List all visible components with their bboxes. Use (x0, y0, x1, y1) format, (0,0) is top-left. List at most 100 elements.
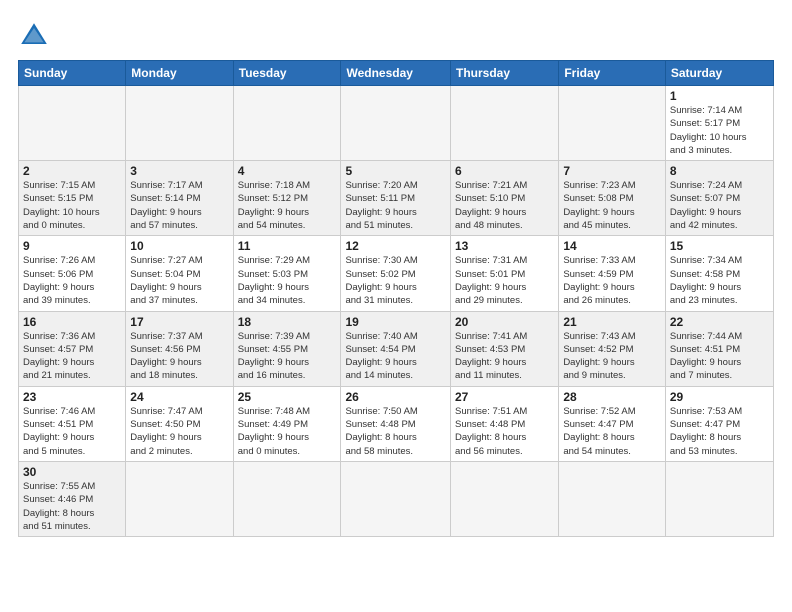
weekday-header-tuesday: Tuesday (233, 61, 341, 86)
week-row-3: 9Sunrise: 7:26 AM Sunset: 5:06 PM Daylig… (19, 236, 774, 311)
calendar-cell: 5Sunrise: 7:20 AM Sunset: 5:11 PM Daylig… (341, 161, 451, 236)
day-info: Sunrise: 7:15 AM Sunset: 5:15 PM Dayligh… (23, 179, 121, 232)
day-info: Sunrise: 7:24 AM Sunset: 5:07 PM Dayligh… (670, 179, 769, 232)
day-info: Sunrise: 7:34 AM Sunset: 4:58 PM Dayligh… (670, 254, 769, 307)
calendar-cell (126, 461, 233, 536)
day-info: Sunrise: 7:41 AM Sunset: 4:53 PM Dayligh… (455, 330, 554, 383)
calendar-cell (126, 86, 233, 161)
day-number: 23 (23, 390, 121, 404)
calendar-cell: 10Sunrise: 7:27 AM Sunset: 5:04 PM Dayli… (126, 236, 233, 311)
day-number: 25 (238, 390, 337, 404)
header (18, 16, 774, 52)
day-info: Sunrise: 7:47 AM Sunset: 4:50 PM Dayligh… (130, 405, 228, 458)
day-number: 28 (563, 390, 661, 404)
day-info: Sunrise: 7:17 AM Sunset: 5:14 PM Dayligh… (130, 179, 228, 232)
calendar-cell: 2Sunrise: 7:15 AM Sunset: 5:15 PM Daylig… (19, 161, 126, 236)
week-row-2: 2Sunrise: 7:15 AM Sunset: 5:15 PM Daylig… (19, 161, 774, 236)
day-number: 2 (23, 164, 121, 178)
day-info: Sunrise: 7:43 AM Sunset: 4:52 PM Dayligh… (563, 330, 661, 383)
day-info: Sunrise: 7:29 AM Sunset: 5:03 PM Dayligh… (238, 254, 337, 307)
calendar-cell: 9Sunrise: 7:26 AM Sunset: 5:06 PM Daylig… (19, 236, 126, 311)
day-info: Sunrise: 7:51 AM Sunset: 4:48 PM Dayligh… (455, 405, 554, 458)
day-number: 12 (345, 239, 446, 253)
weekday-header-saturday: Saturday (665, 61, 773, 86)
day-info: Sunrise: 7:20 AM Sunset: 5:11 PM Dayligh… (345, 179, 446, 232)
day-number: 6 (455, 164, 554, 178)
day-number: 1 (670, 89, 769, 103)
calendar-cell: 26Sunrise: 7:50 AM Sunset: 4:48 PM Dayli… (341, 386, 451, 461)
calendar-cell (665, 461, 773, 536)
calendar: SundayMondayTuesdayWednesdayThursdayFrid… (18, 60, 774, 537)
day-number: 15 (670, 239, 769, 253)
day-info: Sunrise: 7:23 AM Sunset: 5:08 PM Dayligh… (563, 179, 661, 232)
day-info: Sunrise: 7:44 AM Sunset: 4:51 PM Dayligh… (670, 330, 769, 383)
calendar-cell (341, 461, 451, 536)
calendar-cell: 30Sunrise: 7:55 AM Sunset: 4:46 PM Dayli… (19, 461, 126, 536)
day-info: Sunrise: 7:55 AM Sunset: 4:46 PM Dayligh… (23, 480, 121, 533)
page: SundayMondayTuesdayWednesdayThursdayFrid… (0, 0, 792, 612)
day-info: Sunrise: 7:21 AM Sunset: 5:10 PM Dayligh… (455, 179, 554, 232)
day-number: 19 (345, 315, 446, 329)
day-info: Sunrise: 7:40 AM Sunset: 4:54 PM Dayligh… (345, 330, 446, 383)
day-number: 8 (670, 164, 769, 178)
week-row-6: 30Sunrise: 7:55 AM Sunset: 4:46 PM Dayli… (19, 461, 774, 536)
day-number: 7 (563, 164, 661, 178)
calendar-cell: 24Sunrise: 7:47 AM Sunset: 4:50 PM Dayli… (126, 386, 233, 461)
day-info: Sunrise: 7:48 AM Sunset: 4:49 PM Dayligh… (238, 405, 337, 458)
day-number: 9 (23, 239, 121, 253)
calendar-cell: 3Sunrise: 7:17 AM Sunset: 5:14 PM Daylig… (126, 161, 233, 236)
day-number: 18 (238, 315, 337, 329)
day-info: Sunrise: 7:26 AM Sunset: 5:06 PM Dayligh… (23, 254, 121, 307)
calendar-cell: 13Sunrise: 7:31 AM Sunset: 5:01 PM Dayli… (451, 236, 559, 311)
calendar-cell (233, 461, 341, 536)
day-number: 29 (670, 390, 769, 404)
logo (18, 20, 54, 52)
day-number: 22 (670, 315, 769, 329)
week-row-4: 16Sunrise: 7:36 AM Sunset: 4:57 PM Dayli… (19, 311, 774, 386)
calendar-cell (233, 86, 341, 161)
calendar-cell: 23Sunrise: 7:46 AM Sunset: 4:51 PM Dayli… (19, 386, 126, 461)
calendar-cell: 25Sunrise: 7:48 AM Sunset: 4:49 PM Dayli… (233, 386, 341, 461)
day-info: Sunrise: 7:36 AM Sunset: 4:57 PM Dayligh… (23, 330, 121, 383)
weekday-header-friday: Friday (559, 61, 666, 86)
calendar-cell (451, 461, 559, 536)
calendar-cell (559, 461, 666, 536)
day-number: 5 (345, 164, 446, 178)
day-info: Sunrise: 7:14 AM Sunset: 5:17 PM Dayligh… (670, 104, 769, 157)
calendar-cell: 6Sunrise: 7:21 AM Sunset: 5:10 PM Daylig… (451, 161, 559, 236)
logo-icon (18, 20, 50, 52)
day-number: 11 (238, 239, 337, 253)
day-number: 10 (130, 239, 228, 253)
day-info: Sunrise: 7:18 AM Sunset: 5:12 PM Dayligh… (238, 179, 337, 232)
calendar-cell: 7Sunrise: 7:23 AM Sunset: 5:08 PM Daylig… (559, 161, 666, 236)
weekday-header-wednesday: Wednesday (341, 61, 451, 86)
calendar-cell: 4Sunrise: 7:18 AM Sunset: 5:12 PM Daylig… (233, 161, 341, 236)
day-info: Sunrise: 7:27 AM Sunset: 5:04 PM Dayligh… (130, 254, 228, 307)
day-number: 16 (23, 315, 121, 329)
calendar-cell: 19Sunrise: 7:40 AM Sunset: 4:54 PM Dayli… (341, 311, 451, 386)
calendar-cell: 20Sunrise: 7:41 AM Sunset: 4:53 PM Dayli… (451, 311, 559, 386)
calendar-cell: 29Sunrise: 7:53 AM Sunset: 4:47 PM Dayli… (665, 386, 773, 461)
day-number: 13 (455, 239, 554, 253)
day-number: 14 (563, 239, 661, 253)
calendar-cell: 14Sunrise: 7:33 AM Sunset: 4:59 PM Dayli… (559, 236, 666, 311)
calendar-cell: 28Sunrise: 7:52 AM Sunset: 4:47 PM Dayli… (559, 386, 666, 461)
day-number: 26 (345, 390, 446, 404)
calendar-cell: 16Sunrise: 7:36 AM Sunset: 4:57 PM Dayli… (19, 311, 126, 386)
day-info: Sunrise: 7:53 AM Sunset: 4:47 PM Dayligh… (670, 405, 769, 458)
day-number: 17 (130, 315, 228, 329)
day-info: Sunrise: 7:39 AM Sunset: 4:55 PM Dayligh… (238, 330, 337, 383)
day-info: Sunrise: 7:31 AM Sunset: 5:01 PM Dayligh… (455, 254, 554, 307)
weekday-header-row: SundayMondayTuesdayWednesdayThursdayFrid… (19, 61, 774, 86)
day-number: 21 (563, 315, 661, 329)
calendar-cell (19, 86, 126, 161)
calendar-cell: 15Sunrise: 7:34 AM Sunset: 4:58 PM Dayli… (665, 236, 773, 311)
day-info: Sunrise: 7:46 AM Sunset: 4:51 PM Dayligh… (23, 405, 121, 458)
day-info: Sunrise: 7:50 AM Sunset: 4:48 PM Dayligh… (345, 405, 446, 458)
calendar-cell: 1Sunrise: 7:14 AM Sunset: 5:17 PM Daylig… (665, 86, 773, 161)
day-info: Sunrise: 7:37 AM Sunset: 4:56 PM Dayligh… (130, 330, 228, 383)
day-number: 20 (455, 315, 554, 329)
day-number: 27 (455, 390, 554, 404)
calendar-cell: 22Sunrise: 7:44 AM Sunset: 4:51 PM Dayli… (665, 311, 773, 386)
weekday-header-thursday: Thursday (451, 61, 559, 86)
